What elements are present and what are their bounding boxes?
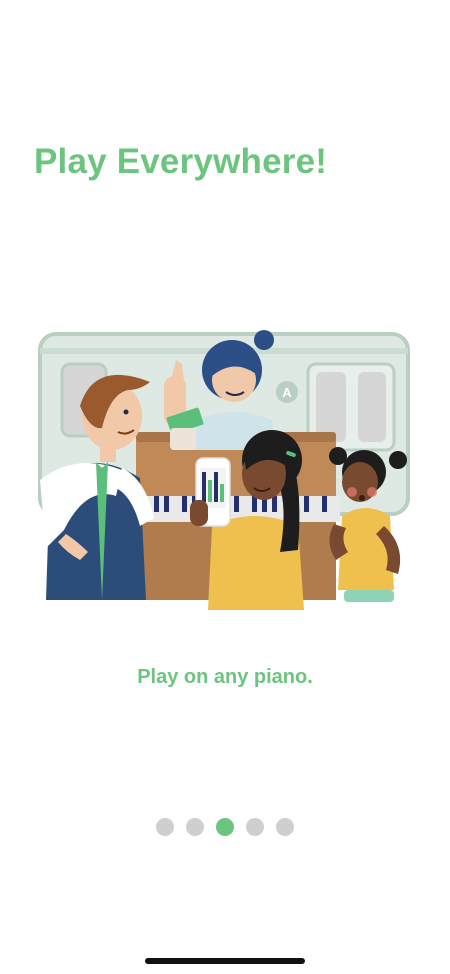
page-dot-3-active[interactable]: [216, 818, 234, 836]
page-title: Play Everywhere!: [34, 142, 328, 181]
page-dot-4[interactable]: [246, 818, 264, 836]
feature-caption: Play on any piano.: [137, 666, 313, 688]
page-indicator: [0, 818, 450, 836]
onboarding-screen: Play Everywhere! A Play on any piano.: [0, 0, 450, 974]
home-indicator-bar[interactable]: [145, 958, 305, 964]
subway-piano-illustration: A: [38, 330, 410, 610]
page-dot-1[interactable]: [156, 818, 174, 836]
page-dot-2[interactable]: [186, 818, 204, 836]
page-dot-5[interactable]: [276, 818, 294, 836]
subway-line-label: A: [282, 385, 292, 400]
